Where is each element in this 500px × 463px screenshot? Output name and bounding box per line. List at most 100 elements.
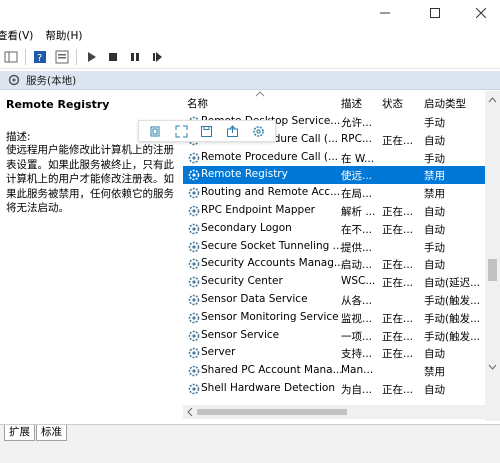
table-row[interactable]: RPC Endpoint Mapper 解析 ... 正在... 自动 xyxy=(183,202,485,220)
hscroll-thumb[interactable] xyxy=(197,409,347,415)
help-icon[interactable]: ? xyxy=(31,48,49,66)
table-row[interactable]: Secondary Logon 在不... 正在... 自动 xyxy=(183,220,485,238)
service-desc: 监视... xyxy=(341,312,373,325)
service-startup-type: 手动 xyxy=(424,152,445,165)
menu-bar: 查看(V) 帮助(H) xyxy=(0,26,500,45)
service-status: 正在... xyxy=(382,259,414,272)
service-startup-type: 手动(触发... xyxy=(424,312,481,325)
maximize-icon[interactable] xyxy=(412,0,458,26)
service-name: Security Accounts Manag... xyxy=(201,257,344,270)
service-gear-icon xyxy=(188,294,200,306)
service-gear-icon xyxy=(188,365,200,377)
expand-icon[interactable] xyxy=(175,125,188,138)
menu-view[interactable]: 查看(V) xyxy=(0,28,39,43)
toolbar-separator xyxy=(76,48,77,65)
service-name: Shared PC Account Mana... xyxy=(201,364,343,377)
pause-service-icon[interactable] xyxy=(126,48,144,66)
service-status: 正在... xyxy=(382,384,414,396)
service-desc: 解析 ... xyxy=(341,206,376,218)
title-bar xyxy=(0,0,500,26)
properties-icon[interactable] xyxy=(53,48,71,66)
service-name: RPC Endpoint Mapper xyxy=(201,204,315,216)
scroll-up-icon[interactable] xyxy=(485,94,500,106)
toolbar: ? xyxy=(0,45,500,69)
table-row[interactable]: Sensor Service 一项... 正在... 手动(触发... xyxy=(183,327,485,345)
floating-toolbar xyxy=(138,120,276,142)
start-service-icon[interactable] xyxy=(82,48,100,66)
service-name: Security Center xyxy=(201,275,283,288)
service-gear-icon xyxy=(188,223,200,235)
service-startup-type: 禁用 xyxy=(424,366,445,379)
restart-service-icon[interactable] xyxy=(148,48,166,66)
table-row[interactable]: Server 支持... 正在... 自动 xyxy=(183,344,485,362)
sort-arrow-icon xyxy=(255,91,265,97)
service-gear-icon xyxy=(188,205,200,217)
service-desc: 在不... xyxy=(341,223,373,236)
table-row[interactable]: Shared PC Account Mana... Man... 禁用 xyxy=(183,362,485,380)
service-startup-type: 自动 xyxy=(424,384,445,396)
service-desc: 支持... xyxy=(341,348,373,361)
share-icon[interactable] xyxy=(226,124,239,138)
column-status[interactable]: 状态 xyxy=(382,96,403,111)
table-row[interactable]: Sensor Data Service 从各... 手动(触发... xyxy=(183,291,485,309)
table-row[interactable]: Secure Socket Tunneling ... 提供... 手动 xyxy=(183,238,485,256)
save-icon[interactable] xyxy=(200,125,213,138)
table-row[interactable]: Sensor Monitoring Service 监视... 正在... 手动(触发… xyxy=(183,309,485,327)
service-name: Secure Socket Tunneling ... xyxy=(201,239,343,252)
service-gear-icon xyxy=(188,259,200,270)
table-row[interactable]: Security Center WSC... 正在... 自动(延迟... xyxy=(183,273,485,291)
table-row[interactable]: Security Accounts Manag... 启动... 正在... 自动 xyxy=(183,255,485,273)
tab-extended[interactable]: 扩展 xyxy=(4,425,35,441)
service-startup-type: 手动 xyxy=(424,241,445,254)
close-icon[interactable] xyxy=(458,0,500,26)
scroll-thumb[interactable] xyxy=(488,259,497,281)
scroll-left-icon[interactable] xyxy=(185,405,195,419)
service-gear-icon xyxy=(188,348,200,359)
column-startup-type[interactable]: 启动类型 xyxy=(424,96,466,111)
copy-icon[interactable] xyxy=(149,125,162,138)
service-gear-icon xyxy=(188,152,200,163)
service-name: Server xyxy=(201,346,236,359)
table-row[interactable]: Remote Procedure Call (... 在 W... 手动 xyxy=(183,149,485,167)
service-desc: 启动... xyxy=(341,259,373,272)
table-row[interactable]: Routing and Remote Acc... 在局... 禁用 xyxy=(183,184,485,202)
table-row[interactable]: Remote Registry 使远... 禁用 xyxy=(183,166,485,185)
column-description[interactable]: 描述 xyxy=(341,96,362,111)
service-desc: 使远... xyxy=(341,170,373,183)
horizontal-scrollbar[interactable] xyxy=(183,405,485,419)
service-startup-type: 手动 xyxy=(424,117,445,129)
service-desc: 从各... xyxy=(341,295,373,307)
service-startup-type: 禁用 xyxy=(424,188,445,201)
service-status: 正在... xyxy=(382,348,414,361)
svg-text:?: ? xyxy=(37,53,42,64)
service-name: Secondary Logon xyxy=(201,221,292,234)
column-header: 名称 描述 状态 启动类型 xyxy=(183,91,500,113)
service-desc: 为自... xyxy=(341,384,373,396)
tab-standard[interactable]: 标准 xyxy=(36,425,67,441)
service-status: 正在... xyxy=(382,134,414,147)
scroll-down-icon[interactable] xyxy=(485,361,500,373)
service-name: Sensor Monitoring Service xyxy=(201,310,339,323)
service-status: 正在... xyxy=(382,223,414,236)
service-startup-type: 自动 xyxy=(424,223,445,236)
service-desc: 允许... xyxy=(341,117,373,129)
services-header-label: 服务(本地) xyxy=(26,74,77,87)
service-startup-type: 自动 xyxy=(424,259,445,272)
menu-help[interactable]: 帮助(H) xyxy=(39,28,88,43)
service-name: Routing and Remote Acc... xyxy=(201,186,341,199)
stop-service-icon[interactable] xyxy=(104,48,122,66)
service-desc: 一项... xyxy=(341,330,373,343)
show-tree-icon[interactable] xyxy=(2,48,20,66)
description-label: 描述: xyxy=(6,131,31,143)
settings-icon[interactable] xyxy=(252,125,265,138)
service-gear-icon xyxy=(188,383,200,395)
column-name[interactable]: 名称 xyxy=(187,96,208,111)
service-name: Remote Procedure Call (... xyxy=(201,150,338,163)
toolbar-separator xyxy=(25,48,26,65)
service-desc: 在 W... xyxy=(341,152,375,165)
vertical-scrollbar[interactable] xyxy=(485,91,500,421)
service-title: Remote Registry xyxy=(6,98,110,111)
minimize-icon[interactable] xyxy=(362,0,408,26)
service-desc: Man... xyxy=(341,364,374,377)
table-row[interactable]: Shell Hardware Detection 为自... 正在... 自动 xyxy=(183,380,485,398)
